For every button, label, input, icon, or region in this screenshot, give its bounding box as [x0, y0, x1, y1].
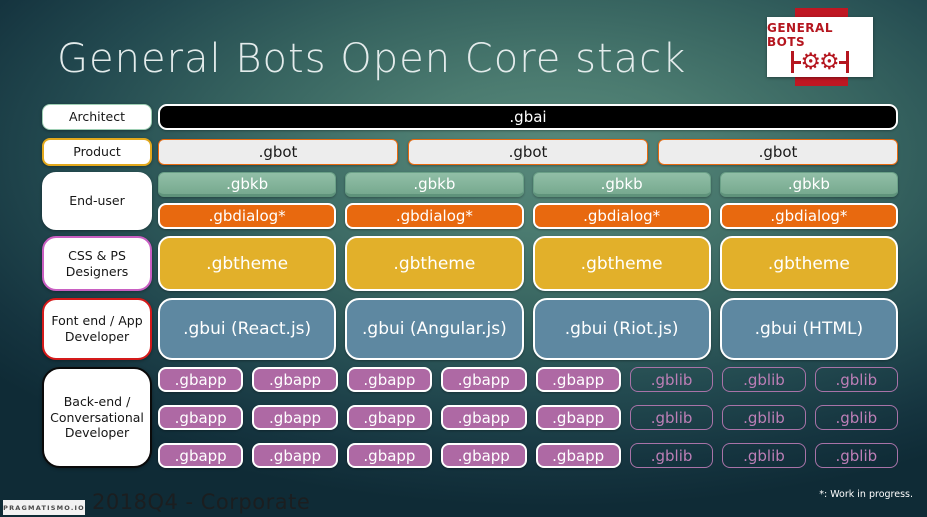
gblib-box: .gblib [629, 443, 714, 468]
slide: General Bots Open Core stack GENERAL BOT… [0, 0, 927, 517]
gbapp-box: .gbapp [346, 405, 433, 430]
gbdialog-box: .gbdialog* [719, 203, 898, 229]
gbdialog-box: .gbdialog* [158, 203, 337, 229]
row-gbkb: .gbkb .gbkb .gbkb .gbkb [158, 172, 898, 197]
row-gbot: .gbot .gbot .gbot [158, 139, 898, 165]
gbkb-box: .gbkb [719, 172, 898, 197]
work-in-progress-footnote: *: Work in progress. [819, 489, 913, 500]
gbapp-box: .gbapp [346, 443, 433, 468]
gblib-box: .gblib [814, 405, 898, 430]
gblib-box: .gblib [814, 367, 898, 392]
role-label-end-user: End-user [42, 172, 152, 230]
gbapp-box: .gbapp [535, 405, 621, 430]
gbui-html-box: .gbui (HTML) [719, 298, 898, 360]
row-backend-1: .gbapp .gbapp .gbapp .gbapp .gbapp .gbli… [158, 367, 898, 392]
pragmatismo-badge: PRAGMATISMO.IO [3, 500, 85, 515]
gbapp-box: .gbapp [252, 443, 338, 468]
row-gbdialog: .gbdialog* .gbdialog* .gbdialog* .gbdial… [158, 203, 898, 229]
logo-brand-text: GENERAL BOTS [767, 21, 833, 49]
gbapp-box: .gbapp [346, 367, 433, 392]
gblib-box: .gblib [722, 405, 806, 430]
gbapp-box: .gbapp [441, 367, 527, 392]
role-label-product: Product [42, 138, 152, 166]
gbdialog-box: .gbdialog* [345, 203, 524, 229]
edition-text: 2018Q4 - Corporate [92, 490, 311, 514]
row-gbai: .gbai [158, 104, 898, 130]
gbot-box: .gbot [408, 139, 648, 165]
row-gbui: .gbui (React.js) .gbui (Angular.js) .gbu… [158, 298, 898, 360]
gbapp-box: .gbapp [535, 367, 621, 392]
general-bots-logo: GENERAL BOTS ⚙ ⚙ [767, 17, 873, 77]
gbapp-box: .gbapp [158, 405, 244, 430]
gblib-box: .gblib [722, 443, 806, 468]
row-backend-2: .gbapp .gbapp .gbapp .gbapp .gbapp .gbli… [158, 405, 898, 430]
gbapp-box: .gbapp [535, 443, 621, 468]
page-title: General Bots Open Core stack [57, 36, 687, 82]
role-label-backend-conversational-developer: Back-end / Conversational Developer [42, 367, 152, 468]
role-label-frontend-app-developer: Font end / App Developer [42, 298, 152, 360]
gears-icon: ⚙ ⚙ [791, 51, 849, 74]
gbapp-box: .gbapp [252, 367, 338, 392]
gbkb-box: .gbkb [532, 172, 711, 197]
gbkb-box: .gbkb [158, 172, 337, 197]
gbapp-box: .gbapp [252, 405, 338, 430]
gbtheme-box: .gbtheme [532, 236, 711, 291]
gbai-box: .gbai [158, 104, 898, 130]
gbapp-box: .gbapp [158, 367, 244, 392]
gblib-box: .gblib [629, 405, 714, 430]
gbkb-box: .gbkb [345, 172, 524, 197]
role-label-css-ps-designers: CSS & PS Designers [42, 236, 152, 291]
gbapp-box: .gbapp [158, 443, 244, 468]
gblib-box: .gblib [722, 367, 806, 392]
gbtheme-box: .gbtheme [158, 236, 337, 291]
gbtheme-box: .gbtheme [345, 236, 524, 291]
gbui-angular-box: .gbui (Angular.js) [345, 298, 524, 360]
row-backend-3: .gbapp .gbapp .gbapp .gbapp .gbapp .gbli… [158, 443, 898, 468]
gbapp-box: .gbapp [441, 405, 527, 430]
role-label-architect: Architect [42, 104, 152, 130]
gblib-box: .gblib [629, 367, 714, 392]
gbapp-box: .gbapp [441, 443, 527, 468]
gbot-box: .gbot [158, 139, 398, 165]
gbui-react-box: .gbui (React.js) [158, 298, 337, 360]
gblib-box: .gblib [814, 443, 898, 468]
gbui-riot-box: .gbui (Riot.js) [532, 298, 711, 360]
row-gbtheme: .gbtheme .gbtheme .gbtheme .gbtheme [158, 236, 898, 291]
gbtheme-box: .gbtheme [719, 236, 898, 291]
gbot-box: .gbot [658, 139, 898, 165]
gbdialog-box: .gbdialog* [532, 203, 711, 229]
